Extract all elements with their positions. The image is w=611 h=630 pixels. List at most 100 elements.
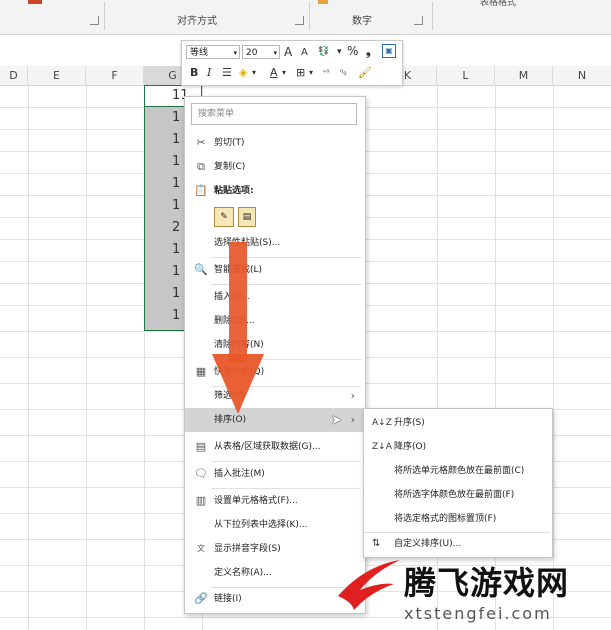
menu-item-label: 复制(C) <box>214 162 246 172</box>
submenu-item-sort-descending[interactable]: Z↓A 降序(O) <box>364 435 550 459</box>
cell-value: 1 <box>172 110 181 125</box>
menu-item-label: 粘贴选项: <box>214 186 254 196</box>
font-size-value: 20 <box>246 48 258 58</box>
submenu-item-label: 将选定格式的图标置顶(F) <box>394 514 497 524</box>
ribbon-divider <box>104 2 105 30</box>
menu-item-label: 设置单元格格式(F)... <box>214 496 298 506</box>
watermark-logo-icon <box>338 560 400 610</box>
menu-item-label: 定义名称(A)... <box>214 568 272 578</box>
submenu-item-sort-ascending[interactable]: A↓Z 升序(S) <box>364 411 550 435</box>
menu-item-cut[interactable]: ✂ 剪切(T) <box>185 131 363 155</box>
menu-item-label: 插入批注(M) <box>214 469 265 479</box>
submenu-item-font-color-top[interactable]: 将所选字体颜色放在最前面(F) <box>364 483 550 507</box>
alignment-launcher-icon[interactable] <box>295 16 304 25</box>
ribbon: 对齐方式 数字 表格格式 <box>0 0 611 35</box>
submenu-item-label: 将所选字体颜色放在最前面(F) <box>394 490 515 500</box>
font-name-select[interactable]: 等线 ▾ <box>186 45 240 59</box>
format-as-table-label[interactable]: 表格格式 <box>480 0 516 8</box>
percent-style-button[interactable]: % <box>347 44 358 58</box>
sort-submenu: A↓Z 升序(S) Z↓A 降序(O) 将所选单元格颜色放在最前面(C) 将所选… <box>363 408 553 558</box>
copy-icon: ⧉ <box>197 160 205 173</box>
align-center-icon[interactable]: ☰ <box>222 66 232 80</box>
dialog-launcher-icon[interactable] <box>90 16 99 25</box>
menu-item-format-cells[interactable]: ▥ 设置单元格格式(F)... <box>185 489 363 513</box>
submenu-item-label: 自定义排序(U)... <box>394 539 462 549</box>
column-header[interactable]: F <box>86 66 144 85</box>
ribbon-divider <box>432 2 433 30</box>
cell-value: 1 <box>172 154 181 169</box>
ribbon-divider <box>309 2 310 30</box>
cell-value: 1 <box>172 198 181 213</box>
sort-descending-icon: Z↓A <box>372 442 392 452</box>
cell-value: 2 <box>172 220 181 235</box>
format-painter-brush-icon[interactable]: 🖌 <box>358 66 372 80</box>
menu-item-paste-options: 📋 粘贴选项: <box>185 179 363 203</box>
column-header[interactable]: M <box>495 66 553 85</box>
submenu-item-label: 升序(S) <box>394 418 425 428</box>
chevron-down-icon[interactable]: ▾ <box>309 66 313 80</box>
comment-icon: 🗨 <box>194 467 208 480</box>
watermark-title: 腾飞游戏网 <box>404 564 570 602</box>
menu-item-insert-comment[interactable]: 🗨 插入批注(M) <box>185 462 363 486</box>
menu-item-copy[interactable]: ⧉ 复制(C) <box>185 155 363 179</box>
column-header[interactable]: D <box>0 66 28 85</box>
increase-decimal-icon[interactable]: ⁺⁰ <box>322 66 329 80</box>
chevron-right-icon: › <box>350 413 355 426</box>
ribbon-color-swatch <box>28 0 42 4</box>
font-size-select[interactable]: 20 ▾ <box>242 45 280 59</box>
cell-value: 1 <box>172 264 181 279</box>
borders-icon[interactable]: ⊞ <box>296 66 305 80</box>
cell-value: 1 <box>172 308 181 323</box>
chevron-down-icon: ▾ <box>233 49 237 57</box>
number-launcher-icon[interactable] <box>414 16 423 25</box>
bold-button[interactable]: B <box>190 66 198 80</box>
italic-button[interactable]: I <box>207 66 211 80</box>
cell-value: 1 <box>172 132 181 147</box>
shrink-font-button[interactable]: A <box>301 46 308 60</box>
group-label-alignment: 对齐方式 <box>177 16 217 27</box>
comma-style-button[interactable]: ❟ <box>366 44 371 58</box>
custom-sort-icon: ⇅ <box>372 538 381 549</box>
submenu-item-custom-sort[interactable]: ⇅ 自定义排序(U)... <box>364 532 550 556</box>
chevron-right-icon: › <box>350 389 355 402</box>
chevron-down-icon[interactable]: ▾ <box>337 45 342 59</box>
chevron-down-icon[interactable]: ▾ <box>252 66 256 80</box>
menu-search-input[interactable]: 搜索菜单 <box>191 103 357 125</box>
fill-color-icon[interactable]: ◈ <box>239 66 247 80</box>
cell-value: 1 <box>172 176 181 191</box>
paste-values-icon[interactable]: ▤ <box>238 207 256 227</box>
submenu-item-icon-top[interactable]: 将选定格式的图标置顶(F) <box>364 507 550 531</box>
table-icon: ▤ <box>195 440 207 453</box>
submenu-item-label: 降序(O) <box>394 442 427 452</box>
column-header[interactable]: N <box>553 66 611 85</box>
decrease-decimal-icon[interactable]: ⁰₀ <box>340 66 346 80</box>
chevron-down-icon[interactable]: ▾ <box>282 66 286 80</box>
scissors-icon: ✂ <box>196 136 206 149</box>
grow-font-button[interactable]: A <box>284 45 292 59</box>
menu-item-label: 从表格/区域获取数据(G)... <box>214 442 321 452</box>
menu-item-label: 显示拼音字段(S) <box>214 544 281 554</box>
paste-formatting-icon[interactable]: ✎ <box>214 207 234 227</box>
submenu-item-cell-color-top[interactable]: 将所选单元格颜色放在最前面(C) <box>364 459 550 483</box>
submenu-item-label: 将所选单元格颜色放在最前面(C) <box>394 466 525 476</box>
watermark-url: xtstengfei.com <box>404 604 552 623</box>
menu-item-label: 从下拉列表中选择(K)... <box>214 520 308 530</box>
quick-analysis-icon: ▦ <box>195 365 207 378</box>
phonetic-icon: 文 <box>197 544 205 553</box>
ribbon-color-swatch <box>318 0 328 4</box>
cell-value: 1 <box>172 286 181 301</box>
link-icon: 🔗 <box>194 592 208 605</box>
column-header[interactable]: E <box>28 66 86 85</box>
smart-lookup-icon: 🔍 <box>194 263 208 276</box>
menu-item-get-data-from-table[interactable]: ▤ 从表格/区域获取数据(G)... <box>185 435 363 459</box>
format-cells-icon: ▥ <box>195 494 207 507</box>
menu-item-pick-from-list[interactable]: 从下拉列表中选择(K)... <box>185 513 363 537</box>
font-color-button[interactable]: A <box>270 66 278 80</box>
paste-icon: 📋 <box>194 184 208 197</box>
column-header[interactable]: L <box>437 66 495 85</box>
format-painter-icon[interactable]: ▣ <box>382 44 396 58</box>
accounting-format-icon[interactable]: 💱 <box>318 45 329 59</box>
sort-ascending-icon: A↓Z <box>372 418 392 428</box>
chevron-down-icon: ▾ <box>273 49 277 57</box>
annotation-arrow-icon <box>212 242 264 414</box>
